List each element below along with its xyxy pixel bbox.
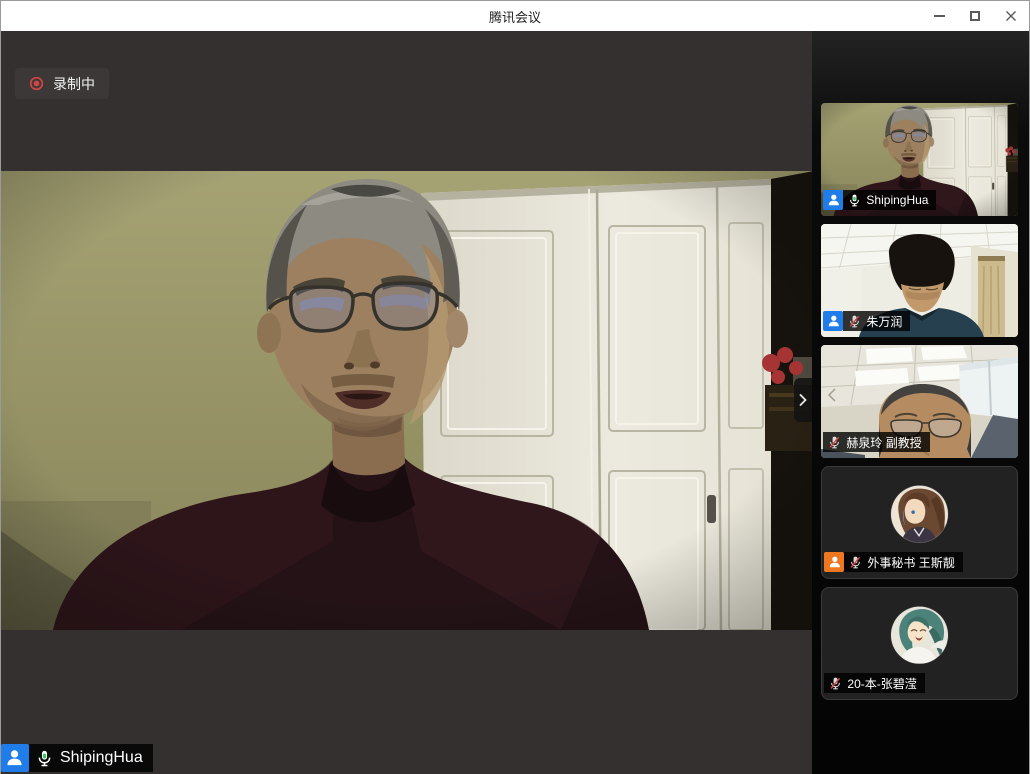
- mic-muted-icon: [828, 436, 841, 449]
- participant-tile-5[interactable]: 20-本-张碧滢: [821, 587, 1018, 700]
- participant-tile-1[interactable]: ShipingHua: [821, 103, 1018, 216]
- participant-tile-2[interactable]: 朱万润: [821, 224, 1018, 337]
- mic-muted-icon: [848, 315, 861, 328]
- person-icon: [827, 314, 841, 328]
- close-icon: [1005, 10, 1017, 22]
- participant-label: ShipingHua: [823, 190, 936, 210]
- minimize-button[interactable]: [921, 1, 957, 31]
- record-icon: [29, 76, 44, 91]
- participant-name: 朱万润: [866, 313, 902, 330]
- participant-tile-3[interactable]: 赫泉玲 副教授: [821, 345, 1018, 458]
- participant-role-badge: [823, 311, 843, 331]
- participant-name: 20-本-张碧滢: [847, 675, 916, 692]
- mic-on-icon: [848, 194, 861, 207]
- active-speaker-label: ShipingHua: [1, 744, 153, 772]
- participant-role-badge: [1, 744, 29, 772]
- maximize-button[interactable]: [957, 1, 993, 31]
- chevron-right-icon: [799, 394, 807, 406]
- window-title: 腾讯会议: [1, 7, 1029, 26]
- mic-on-icon: [36, 750, 53, 767]
- recording-indicator: 录制中: [15, 68, 109, 99]
- minimize-icon: [934, 15, 945, 17]
- person-icon: [5, 748, 24, 767]
- window-controls: [921, 1, 1029, 31]
- maximize-icon: [970, 11, 980, 21]
- participant-name: ShipingHua: [866, 193, 928, 207]
- main-stage: 录制中: [1, 31, 812, 774]
- person-icon: [828, 555, 842, 569]
- participant-name: 外事秘书 王斯靓: [867, 554, 954, 571]
- recording-label: 录制中: [53, 74, 95, 94]
- main-video: [1, 171, 812, 630]
- participant-list: ShipingHua: [821, 103, 1018, 700]
- participant-label: 赫泉玲 副教授: [823, 432, 929, 452]
- mic-muted-icon: [829, 677, 842, 690]
- video-scene-speaker-room: [1, 171, 812, 630]
- tencent-meeting-window: 腾讯会议 录制中: [0, 0, 1030, 774]
- participants-sidebar: ShipingHua: [812, 31, 1029, 774]
- participant-role-badge: [823, 190, 843, 210]
- participant-role-badge: [824, 552, 844, 572]
- participant-name: 赫泉玲 副教授: [846, 434, 921, 451]
- participant-label: 外事秘书 王斯靓: [824, 552, 962, 572]
- participant-tile-4[interactable]: 外事秘书 王斯靓: [821, 466, 1018, 579]
- participant-label: 朱万润: [823, 311, 910, 331]
- close-button[interactable]: [993, 1, 1029, 31]
- active-speaker-name: ShipingHua: [60, 749, 143, 767]
- participant-label: 20-本-张碧滢: [824, 673, 924, 693]
- sidebar-collapse-button[interactable]: [794, 378, 812, 422]
- person-icon: [827, 193, 841, 207]
- titlebar: 腾讯会议: [1, 1, 1029, 31]
- mic-muted-icon: [849, 556, 862, 569]
